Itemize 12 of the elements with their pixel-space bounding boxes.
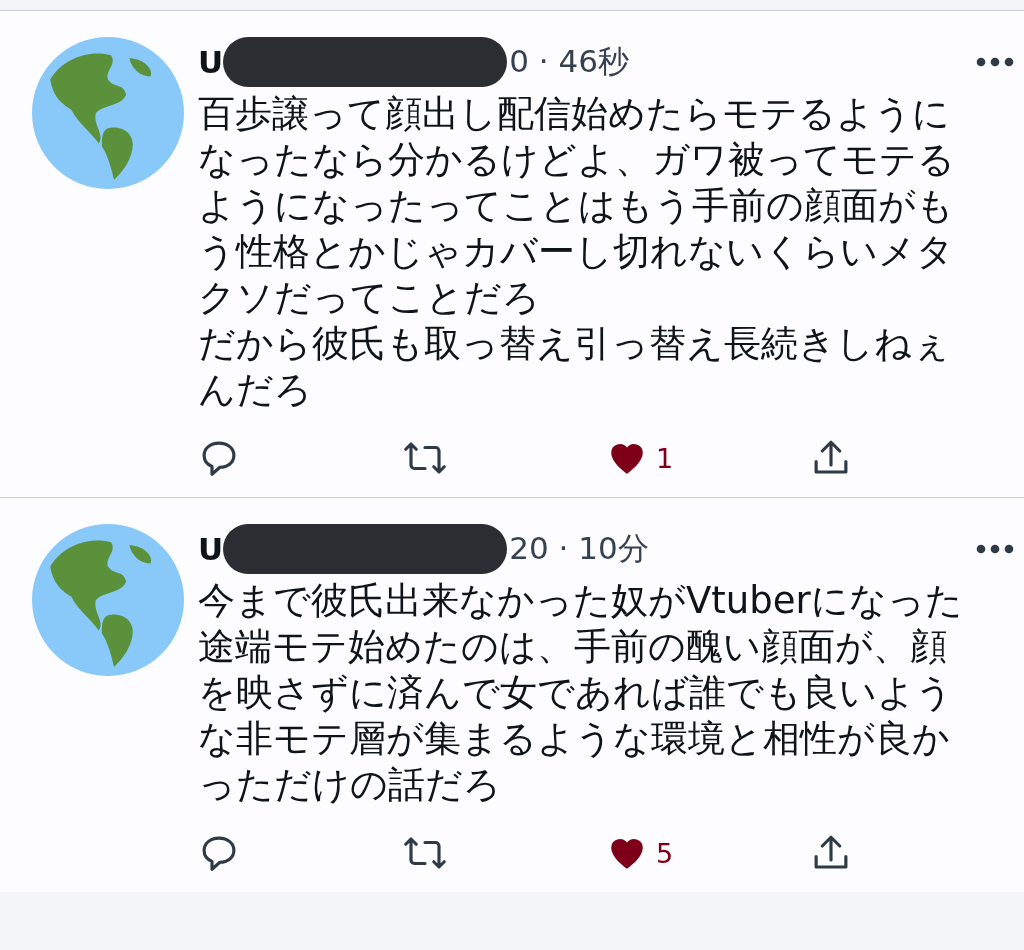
more-icon[interactable] [976, 57, 1014, 67]
user-name[interactable]: U [198, 44, 224, 80]
timestamp: 0 · 46秒 [509, 42, 629, 81]
timestamp: 20 · 10分 [509, 529, 649, 568]
globe-icon [32, 37, 184, 189]
tweet-text: 百歩譲って顔出し配信始めたらモテるようになったなら分かるけどよ、ガワ被ってモテるようになったってことはもう手前の顔面がもう性格とかじゃカバーし切れないくらいメタクソだってことだろ だから彼氏も取っ替え引っ替え長続きしねぇんだろ [198, 91, 956, 413]
like-count: 5 [656, 837, 674, 869]
tweet-text: 今まで彼氏出来なかった奴がVtuberになった途端モテ始めたのは、手前の醜い顔面が、顔を映さずに済んで女であれば誰でも良いような非モテ層が集まるような環境と相性が良かっただけの話だろ [198, 578, 964, 808]
like-count: 1 [656, 442, 674, 474]
more-icon[interactable] [976, 544, 1014, 554]
globe-icon [32, 524, 184, 676]
user-name[interactable]: U [198, 531, 224, 567]
